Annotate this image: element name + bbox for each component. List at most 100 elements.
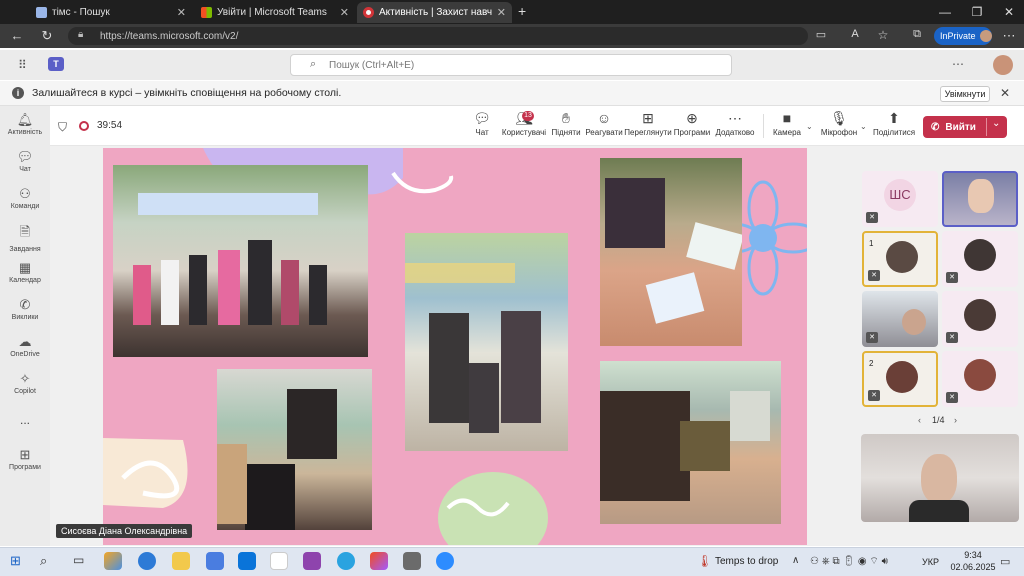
prev-page-icon[interactable]: ‹ — [918, 415, 921, 425]
mic-options-chevron-icon[interactable]: ⌄ — [860, 122, 867, 131]
participant-tile-speaking[interactable] — [942, 171, 1018, 227]
cloud-icon: ☁︎ — [18, 334, 32, 349]
app-available-icon[interactable]: ▭ — [812, 28, 830, 41]
pen-app-icon[interactable] — [403, 552, 421, 570]
share-button[interactable]: ⬆ Поділитися — [869, 110, 919, 137]
view-button[interactable]: ⊞ Переглянути — [623, 110, 673, 137]
rail-item-calls[interactable]: ✆ Виклики — [0, 297, 50, 321]
profile-avatar — [979, 30, 992, 42]
browser-menu-icon[interactable]: ⋯ — [1000, 28, 1018, 44]
user-avatar[interactable] — [993, 55, 1013, 75]
rail-item-assignments[interactable]: 🗎 Завдання — [0, 223, 50, 253]
url-field[interactable]: https://teams.microsoft.com/v2/ — [68, 27, 808, 45]
app-launcher-icon[interactable]: ⠿ — [18, 58, 27, 72]
close-tab-icon[interactable]: ✕ — [177, 6, 186, 19]
participant-tile[interactable]: ✕ — [862, 291, 938, 347]
design-app-icon[interactable] — [370, 552, 388, 570]
copilot-app-icon[interactable] — [104, 552, 122, 570]
shield-icon[interactable]: ⛉ — [58, 120, 67, 135]
rail-item-chat[interactable]: 💬︎ Чат — [0, 149, 50, 173]
participant-tile[interactable]: ✕ — [942, 231, 1018, 287]
participant-tile[interactable]: ✕ — [942, 351, 1018, 407]
rail-item-calendar[interactable]: ▦ Календар — [0, 260, 50, 284]
participant-tile-pinned[interactable]: 2 ✕ — [862, 351, 938, 407]
react-button[interactable]: ☺ Реагувати — [579, 110, 629, 137]
mic-button[interactable]: 🎙︎ Мікрофон — [814, 110, 864, 137]
windows-start-icon[interactable]: ⊞ — [10, 553, 21, 569]
participant-photo-avatar — [964, 359, 996, 391]
lock-icon[interactable]: 🔒︎ — [78, 29, 83, 40]
participant-photo-avatar — [886, 361, 918, 393]
participant-tile-pinned[interactable]: 1 ✕ — [862, 231, 938, 287]
next-page-icon[interactable]: › — [954, 415, 957, 425]
refresh-icon[interactable]: ↻ — [38, 28, 56, 44]
leave-options-chevron-icon[interactable]: ⌄ — [992, 118, 1000, 129]
close-banner-icon[interactable]: ✕ — [1000, 86, 1010, 100]
smiley-icon: ☺ — [596, 110, 612, 126]
browser-tab-active[interactable]: Активність | Захист навчаль ✕ — [357, 2, 512, 23]
browser-tab-login[interactable]: Увійти | Microsoft Teams ✕ — [195, 2, 355, 23]
close-window-icon[interactable]: ✕ — [994, 3, 1024, 21]
teacher-child-figures-shape — [217, 389, 337, 530]
maximize-icon[interactable]: ❐ — [962, 3, 992, 21]
clock-time[interactable]: 9:34 — [955, 550, 991, 560]
rail-item-onedrive[interactable]: ☁︎ OneDrive — [0, 334, 50, 358]
bell-icon: 🔔︎ — [16, 112, 34, 127]
rail-item-more[interactable]: ... — [0, 413, 50, 427]
share-icon: ⬆ — [888, 110, 900, 126]
rail-item-copilot[interactable]: ✧ Copilot — [0, 371, 50, 395]
document-app-icon[interactable] — [270, 552, 288, 570]
teacher-desk-photo — [217, 369, 372, 530]
more-button[interactable]: ⋯ Додатково — [710, 110, 760, 137]
search-tab-icon — [36, 7, 47, 18]
minimize-icon[interactable]: — — [930, 3, 960, 21]
tray-icons[interactable]: ⚇ ⎈ ⧉ 🔋︎ ◉ ⌔ 🔊︎ — [810, 555, 888, 568]
file-explorer-app-icon[interactable] — [172, 552, 190, 570]
participant-tile[interactable]: ✕ — [942, 291, 1018, 347]
keyboard-language[interactable]: УКР — [922, 557, 939, 567]
edge-app-icon[interactable] — [138, 552, 156, 570]
close-tab-icon[interactable]: ✕ — [340, 6, 349, 19]
favorite-star-icon[interactable]: ☆ — [874, 28, 892, 42]
collections-icon[interactable]: ⧉ — [908, 28, 926, 41]
enable-notifications-button[interactable]: Увімкнути — [940, 86, 990, 102]
new-tab-icon[interactable]: + — [518, 3, 526, 19]
search-icon[interactable]: ⌕ — [40, 553, 47, 569]
self-face-avatar — [921, 454, 957, 504]
participant-tile[interactable]: ШС ✕ — [862, 171, 938, 227]
viber-app-icon[interactable] — [303, 552, 321, 570]
layout-icon: ⊞ — [642, 110, 654, 126]
info-icon: i — [12, 87, 24, 99]
camera-options-chevron-icon[interactable]: ⌄ — [806, 122, 813, 131]
rail-item-activity[interactable]: 🔔︎ Активність — [0, 112, 50, 136]
search-input[interactable]: Пошук (Ctrl+Alt+E) — [290, 54, 732, 76]
notification-banner: i Залишайтеся в курсі – увімкніть сповіщ… — [0, 81, 1024, 106]
apps-icon: ⊞ — [19, 447, 31, 462]
teacher-leaning-shape — [600, 391, 770, 501]
inprivate-badge[interactable]: InPrivate — [934, 27, 992, 45]
settings-more-icon[interactable]: ⋯ — [952, 57, 964, 71]
participant-initials-avatar: ШС — [884, 179, 916, 211]
close-tab-icon[interactable]: ✕ — [497, 6, 506, 19]
rail-item-apps[interactable]: ⊞ Програми — [0, 447, 50, 471]
zoom-app-icon[interactable] — [436, 552, 454, 570]
clock-date[interactable]: 02.06.2025 — [950, 562, 996, 572]
notifications-icon[interactable]: ▭ — [1000, 555, 1010, 568]
camera-button[interactable]: ■ Камера — [762, 110, 812, 137]
back-icon[interactable]: ← — [8, 28, 26, 43]
browser-tab-search[interactable]: тімс - Пошук ✕ — [30, 2, 192, 23]
task-view-icon[interactable]: ▭ — [73, 553, 84, 567]
mail-app-icon[interactable] — [206, 552, 224, 570]
read-aloud-icon[interactable]: A — [846, 28, 864, 40]
telegram-app-icon[interactable] — [337, 552, 355, 570]
participant-photo-avatar — [964, 299, 996, 331]
microphone-icon: 🎙︎ — [830, 110, 848, 126]
self-video-tile[interactable] — [861, 434, 1019, 522]
weather-label[interactable]: Temps to drop — [715, 556, 778, 567]
green-blob-shape — [438, 472, 548, 545]
children-drawing-photo — [600, 158, 742, 346]
outlook-app-icon[interactable] — [238, 552, 256, 570]
mic-muted-icon: ✕ — [866, 212, 878, 223]
rail-item-teams[interactable]: ⚇ Команди — [0, 186, 50, 210]
tray-chevron-icon[interactable]: ∧ — [792, 555, 799, 566]
